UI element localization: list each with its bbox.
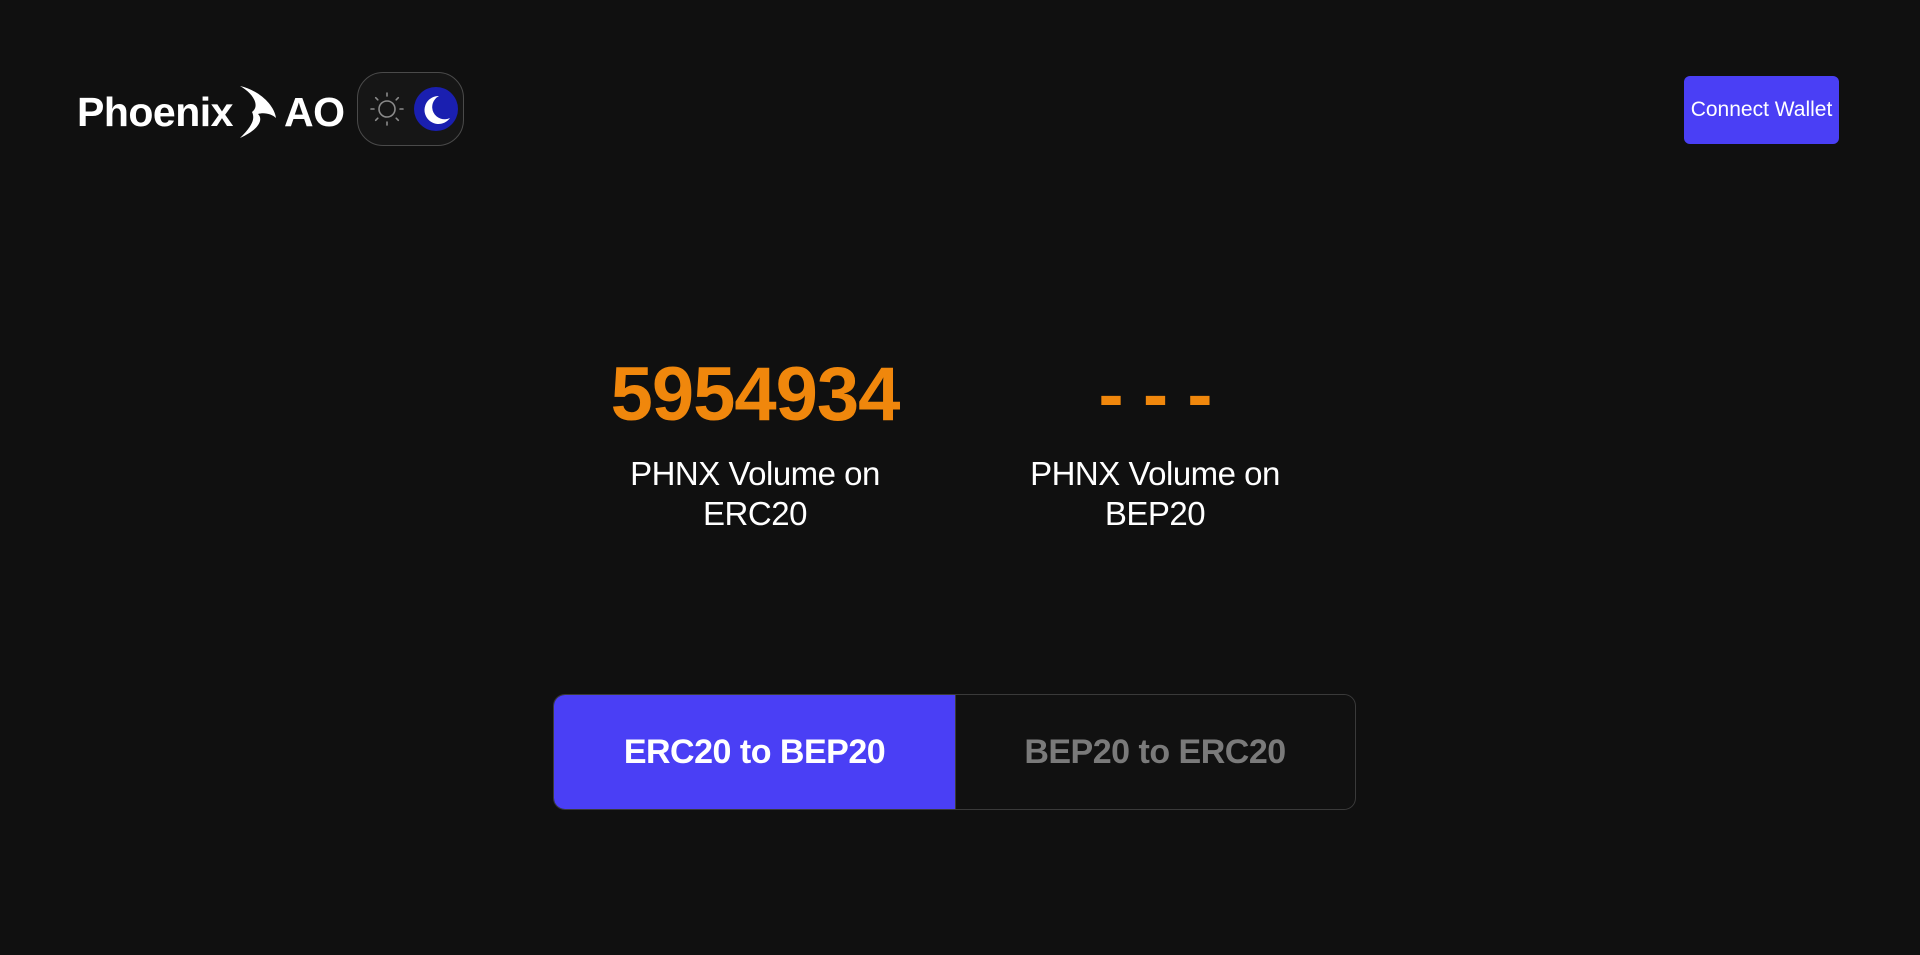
phoenix-wing-icon — [236, 84, 282, 140]
erc20-volume-label: PHNX Volume on ERC20 — [630, 455, 880, 532]
logo-text-phoenix: Phoenix — [77, 88, 233, 135]
moon-icon[interactable] — [414, 87, 458, 131]
connect-wallet-button[interactable]: Connect Wallet — [1684, 76, 1839, 144]
bridge-direction-tabs: ERC20 to BEP20 BEP20 to ERC20 — [553, 694, 1356, 810]
logo[interactable]: Phoenix AO — [77, 84, 345, 140]
erc20-volume-value: 5954934 — [610, 352, 901, 437]
theme-toggle[interactable] — [357, 72, 464, 146]
bep20-volume-stat: - - - PHNX Volume on BEP20 — [985, 350, 1325, 534]
erc20-volume-stat: 5954934 PHNX Volume on ERC20 — [575, 350, 935, 534]
bep20-volume-label: PHNX Volume on BEP20 — [1030, 455, 1280, 532]
logo-text-ao: AO — [283, 88, 345, 135]
tab-erc20-to-bep20[interactable]: ERC20 to BEP20 — [554, 695, 955, 809]
sun-icon[interactable] — [368, 90, 406, 128]
bep20-volume-value: - - - — [1098, 352, 1212, 437]
tab-bep20-to-erc20[interactable]: BEP20 to ERC20 — [955, 695, 1354, 809]
page: Phoenix AO Connect Wallet 5954934 PHNX V… — [0, 0, 1920, 955]
